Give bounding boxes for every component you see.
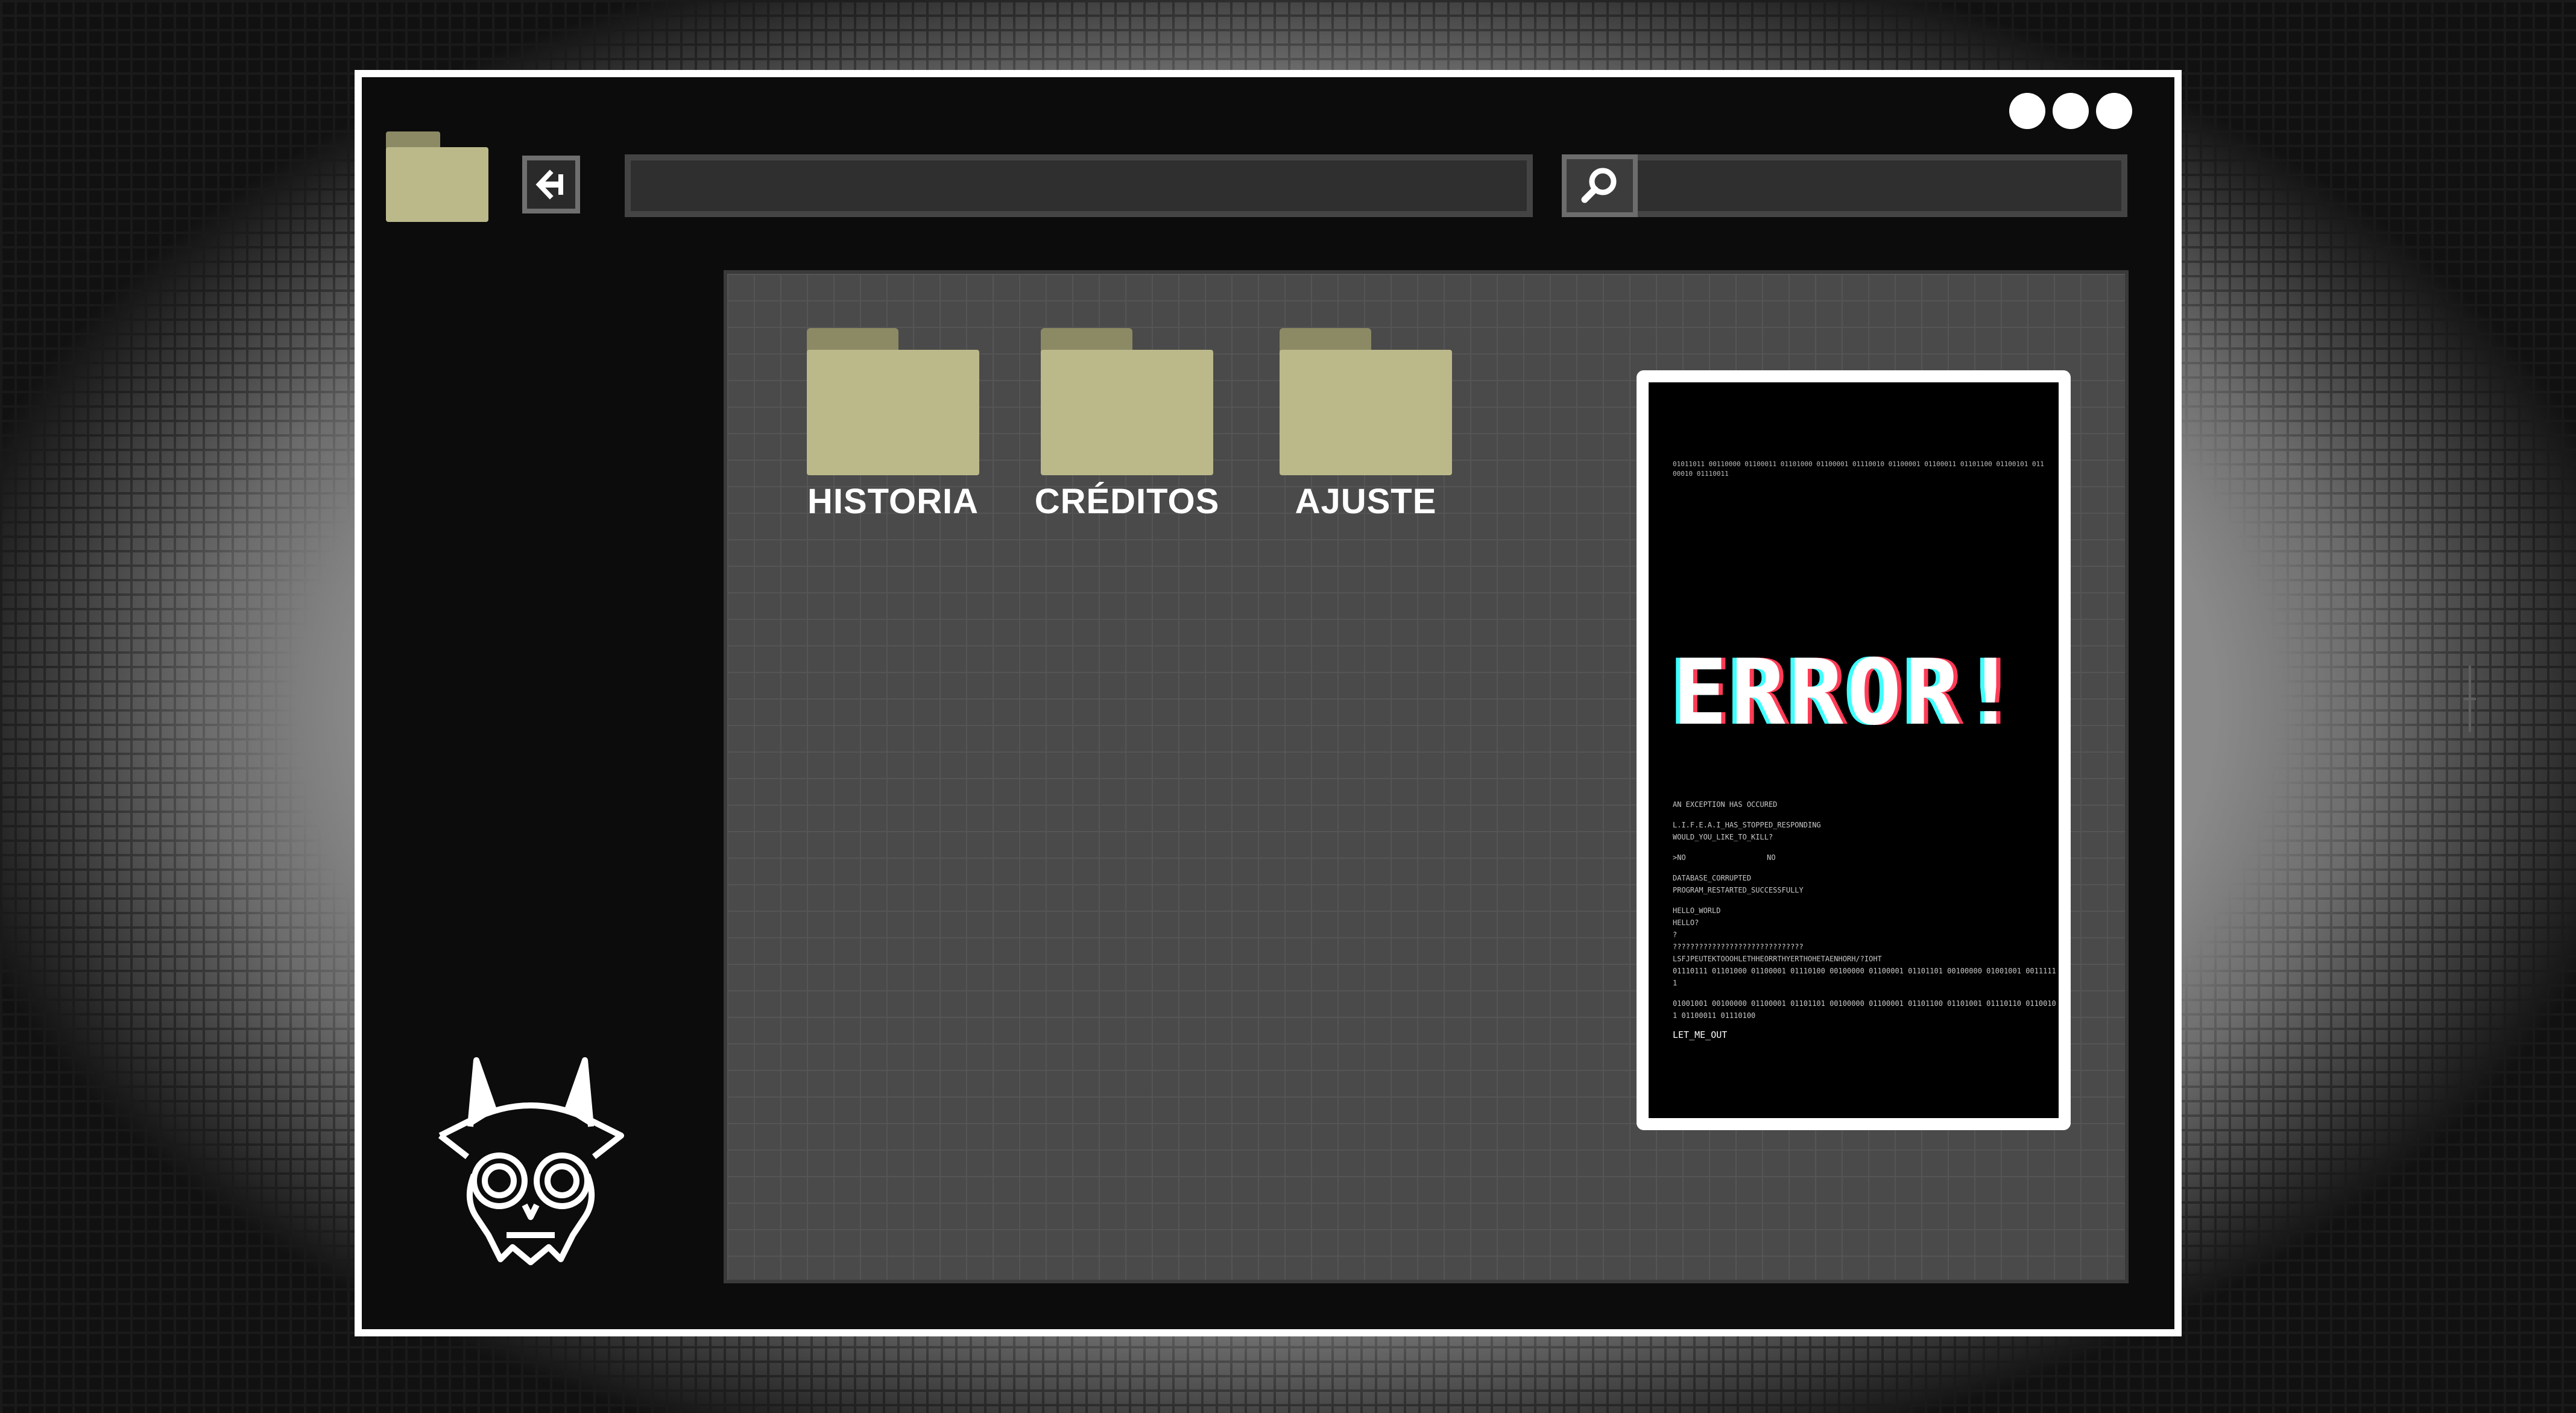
log-line: ?????????????????????????????? — [1673, 943, 1804, 951]
folder-historia[interactable]: HISTORIA — [806, 328, 980, 522]
log-line: DATABASE_CORRUPTED — [1673, 874, 1752, 882]
folder-icon — [1280, 328, 1452, 475]
back-arrow-icon — [535, 169, 563, 200]
log-line: PROGRAM_RESTARTED_SUCCESSFULLY — [1673, 886, 1804, 894]
window-control-dot[interactable] — [2096, 93, 2132, 129]
log-line: LSFJPEUTEKTOOOHLETHHEORRTHYERTHOHETAENHO… — [1673, 955, 1882, 963]
binary-text: 01001001 00100000 01100001 01101101 0010… — [1673, 999, 2056, 1020]
address-bar[interactable] — [625, 154, 1533, 217]
error-dialog[interactable]: 01011011 00110000 01100011 01101000 0110… — [1637, 370, 2071, 1130]
option-no-selected[interactable]: >NO — [1673, 853, 1686, 862]
cursor-mark — [2464, 666, 2476, 732]
option-no[interactable]: NO — [1767, 853, 1775, 862]
search-icon — [1581, 168, 1617, 203]
log-line: L.I.F.E.A.I_HAS_STOPPED_RESPONDING — [1673, 821, 1821, 829]
search-button[interactable] — [1562, 154, 1638, 217]
folder-icon — [807, 328, 979, 475]
error-log: AN EXCEPTION HAS OCCURED L.I.F.E.A.I_HAS… — [1673, 798, 2059, 1041]
folder-icon — [1041, 328, 1213, 475]
file-browser-content: HISTORIA CRÉDITOS AJUSTE 01011011 001100… — [724, 270, 2476, 1283]
app-window: HISTORIA CRÉDITOS AJUSTE 01011011 001100… — [355, 70, 2476, 1336]
log-line: WOULD_YOU_LIKE_TO_KILL? — [1673, 833, 1773, 841]
folder-label: HISTORIA — [807, 482, 979, 521]
binary-text: 01011011 00110000 01100011 01101000 0110… — [1673, 460, 2044, 478]
error-title: ERROR! — [1673, 640, 2021, 745]
window-controls — [2009, 93, 2132, 129]
folder-creditos[interactable]: CRÉDITOS — [1035, 328, 1219, 522]
back-button[interactable] — [522, 156, 580, 213]
log-line: HELLO? — [1673, 918, 1699, 927]
log-line: LET_ME_OUT — [1673, 1029, 1728, 1040]
log-line: ? — [1673, 931, 1678, 939]
binary-text: 01110111 01101000 01100001 01110100 0010… — [1673, 967, 2056, 987]
folder-label: AJUSTE — [1295, 482, 1437, 521]
search-input[interactable] — [1562, 154, 2127, 217]
window-control-dot[interactable] — [2009, 93, 2045, 129]
horned-skull-icon — [438, 1057, 624, 1265]
folder-label: CRÉDITOS — [1034, 482, 1220, 521]
folder-ajuste[interactable]: AJUSTE — [1278, 328, 1453, 522]
folder-icon[interactable] — [386, 131, 488, 222]
window-control-dot[interactable] — [2053, 93, 2089, 129]
kill-options: >NO NO — [1673, 852, 2059, 864]
log-line: HELLO_WORLD — [1673, 906, 1721, 915]
log-line: AN EXCEPTION HAS OCCURED — [1673, 800, 1778, 809]
